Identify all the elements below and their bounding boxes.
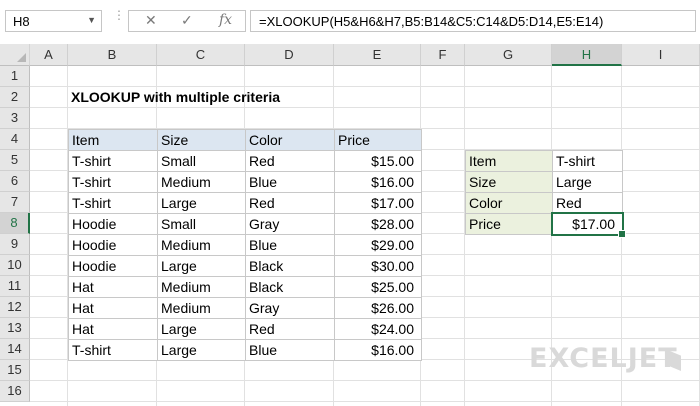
table-cell[interactable]: T-shirt	[68, 150, 158, 172]
gridline-horizontal	[30, 380, 700, 381]
table-cell[interactable]: Large	[157, 339, 246, 361]
row-header-8[interactable]: 8	[0, 213, 30, 234]
table-cell[interactable]: $24.00	[334, 318, 422, 340]
column-header-a[interactable]: A	[30, 44, 68, 66]
formula-input[interactable]: =XLOOKUP(H5&H6&H7,B5:B14&C5:C14&D5:D14,E…	[250, 10, 696, 32]
cancel-icon[interactable]: ✕	[145, 12, 157, 29]
formula-text: =XLOOKUP(H5&H6&H7,B5:B14&C5:C14&D5:D14,E…	[259, 14, 604, 29]
table-cell[interactable]: Blue	[245, 339, 335, 361]
row-header-13[interactable]: 13	[0, 318, 30, 339]
table-cell[interactable]: $25.00	[334, 276, 422, 298]
row-header-2[interactable]: 2	[0, 87, 30, 108]
table-cell[interactable]: Gray	[245, 297, 335, 319]
column-header-f[interactable]: F	[421, 44, 465, 66]
table-cell[interactable]: Large	[157, 255, 246, 277]
confirm-icon[interactable]: ✓	[181, 12, 193, 29]
table-cell[interactable]: Hoodie	[68, 234, 158, 256]
row-header-5[interactable]: 5	[0, 150, 30, 171]
sheet-title[interactable]: XLOOKUP with multiple criteria	[68, 87, 328, 109]
table-cell[interactable]: T-shirt	[68, 339, 158, 361]
table-cell[interactable]: Hat	[68, 297, 158, 319]
row-header-10[interactable]: 10	[0, 255, 30, 276]
formula-buttons: ✕ ✓ fx	[128, 10, 246, 32]
row-header-9[interactable]: 9	[0, 234, 30, 255]
table-header-cell[interactable]: Size	[157, 129, 246, 151]
table-cell[interactable]: Medium	[157, 297, 246, 319]
table-cell[interactable]: $15.00	[334, 150, 422, 172]
formula-bar: H8 ▼ ⋮ ✕ ✓ fx =XLOOKUP(H5&H6&H7,B5:B14&C…	[0, 0, 700, 44]
name-box-value: H8	[13, 14, 30, 29]
gridline-vertical	[464, 66, 465, 406]
table-cell[interactable]: Medium	[157, 171, 246, 193]
lookup-label-cell[interactable]: Color	[465, 192, 553, 214]
table-cell[interactable]: Hoodie	[68, 255, 158, 277]
table-cell[interactable]: $16.00	[334, 339, 422, 361]
result-cell[interactable]: $17.00	[551, 212, 626, 238]
fill-handle[interactable]	[618, 230, 626, 238]
table-cell[interactable]: $28.00	[334, 213, 422, 235]
table-header-cell[interactable]: Price	[334, 129, 422, 151]
lookup-label-cell[interactable]: Price	[465, 213, 553, 235]
table-cell[interactable]: Red	[245, 318, 335, 340]
row-header-4[interactable]: 4	[0, 129, 30, 150]
column-header-h[interactable]: H	[552, 44, 622, 66]
table-cell[interactable]: Hoodie	[68, 213, 158, 235]
table-cell[interactable]: Gray	[245, 213, 335, 235]
table-cell[interactable]: Red	[245, 150, 335, 172]
row-header-16[interactable]: 16	[0, 381, 30, 402]
table-cell[interactable]: $30.00	[334, 255, 422, 277]
lookup-label-cell[interactable]: Size	[465, 171, 553, 193]
table-cell[interactable]: Blue	[245, 171, 335, 193]
column-header-i[interactable]: I	[622, 44, 700, 66]
insert-function-icon[interactable]: fx	[219, 12, 232, 28]
table-cell[interactable]: $16.00	[334, 171, 422, 193]
row-header-14[interactable]: 14	[0, 339, 30, 360]
lookup-value-cell[interactable]: Large	[552, 171, 623, 193]
row-header-6[interactable]: 6	[0, 171, 30, 192]
row-header-15[interactable]: 15	[0, 360, 30, 381]
column-header-d[interactable]: D	[245, 44, 334, 66]
table-cell[interactable]: $17.00	[334, 192, 422, 214]
drag-handle-icon[interactable]: ⋮	[113, 9, 125, 21]
table-cell[interactable]: $29.00	[334, 234, 422, 256]
table-cell[interactable]: $26.00	[334, 297, 422, 319]
table-cell[interactable]: Large	[157, 192, 246, 214]
column-header-g[interactable]: G	[465, 44, 552, 66]
table-header-cell[interactable]: Color	[245, 129, 335, 151]
row-header-1[interactable]: 1	[0, 66, 30, 87]
row-header-3[interactable]: 3	[0, 108, 30, 129]
table-cell[interactable]: Medium	[157, 276, 246, 298]
table-cell[interactable]: T-shirt	[68, 192, 158, 214]
table-cell[interactable]: Hat	[68, 276, 158, 298]
table-cell[interactable]: Small	[157, 213, 246, 235]
exceljet-logo: EXCELJET	[529, 343, 678, 374]
column-header-c[interactable]: C	[157, 44, 245, 66]
chevron-down-icon[interactable]: ▼	[87, 15, 96, 25]
gridline-horizontal	[30, 401, 700, 402]
lookup-value-cell[interactable]: Red	[552, 192, 623, 214]
table-cell[interactable]: Black	[245, 276, 335, 298]
select-all-button[interactable]	[0, 44, 30, 66]
lookup-label-cell[interactable]: Item	[465, 150, 553, 172]
table-header-cell[interactable]: Item	[68, 129, 158, 151]
table-cell[interactable]: Hat	[68, 318, 158, 340]
name-box[interactable]: H8 ▼	[5, 10, 102, 32]
row-header-7[interactable]: 7	[0, 192, 30, 213]
table-cell[interactable]: Red	[245, 192, 335, 214]
table-cell[interactable]: Small	[157, 150, 246, 172]
column-header-b[interactable]: B	[68, 44, 157, 66]
table-cell[interactable]: T-shirt	[68, 171, 158, 193]
table-cell[interactable]: Large	[157, 318, 246, 340]
row-header-12[interactable]: 12	[0, 297, 30, 318]
lookup-value-cell[interactable]: T-shirt	[552, 150, 623, 172]
row-header-11[interactable]: 11	[0, 276, 30, 297]
table-cell[interactable]: Blue	[245, 234, 335, 256]
column-header-e[interactable]: E	[334, 44, 421, 66]
table-cell[interactable]: Medium	[157, 234, 246, 256]
table-cell[interactable]: Black	[245, 255, 335, 277]
